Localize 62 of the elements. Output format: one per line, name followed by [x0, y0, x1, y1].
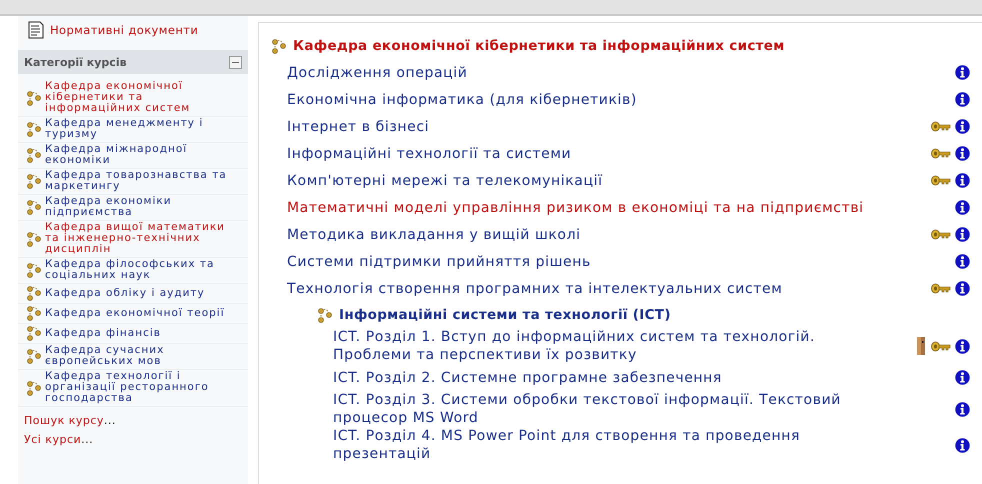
category-link[interactable]: Кафедра товарознавства та маркетингу	[45, 170, 235, 192]
category-icon	[317, 307, 333, 323]
documents-link[interactable]: Нормативні документи	[50, 23, 198, 37]
course-link[interactable]: Дослідження операцій	[287, 64, 468, 82]
info-icon[interactable]	[955, 227, 970, 242]
category-link[interactable]: Кафедра обліку і аудиту	[45, 288, 205, 298]
category-title[interactable]: Кафедра економічної кібернетики та інформаційних систем	[293, 38, 785, 54]
category-icon	[26, 230, 42, 246]
ellipsis: ...	[104, 414, 116, 427]
category-icon	[26, 262, 42, 278]
category-icon	[26, 199, 42, 215]
info-icon[interactable]	[955, 402, 970, 416]
info-icon[interactable]	[955, 338, 970, 354]
category-link[interactable]: Кафедра технології і організації ресторанного господарства	[45, 371, 235, 404]
course-link[interactable]: Технологія створення програмних та інтелектуальних систем	[287, 280, 782, 298]
course-link[interactable]: Інформаційні технології та системи	[287, 144, 572, 162]
info-icon[interactable]	[955, 200, 970, 215]
category-link[interactable]: Кафедра економічної теорії	[45, 308, 225, 318]
category-icon	[26, 173, 42, 189]
category-link[interactable]: Кафедра філософських та соціальних наук	[45, 259, 235, 281]
category-icon	[26, 147, 42, 163]
course-link[interactable]: Інтернет в бізнесі	[287, 118, 430, 136]
course-link[interactable]: Комп'ютерні мережі та телекомунікації	[287, 172, 603, 190]
ellipsis: ...	[81, 433, 94, 446]
category-link[interactable]: Кафедра міжнародної економіки	[45, 144, 235, 166]
category-icon	[26, 305, 42, 321]
category-icon	[26, 325, 42, 341]
document-icon	[28, 21, 44, 39]
category-link[interactable]: Кафедра вищої математики та інженерно-технічних дисциплін	[45, 222, 235, 255]
category-icon	[26, 348, 42, 364]
course-link[interactable]: Економічна інформатика (для кібернетиків)	[287, 90, 637, 108]
collapse-button[interactable]	[229, 56, 242, 68]
category-icon	[26, 380, 42, 396]
category-icon	[26, 285, 42, 301]
info-icon[interactable]	[955, 146, 970, 161]
info-icon[interactable]	[955, 370, 970, 385]
nav-link[interactable]: Пошук курсу	[24, 414, 104, 427]
course-link[interactable]: Методика викладання у вищій школі	[287, 226, 581, 244]
course-link[interactable]: ICT. Розділ 2. Системне програмне забезпечення	[333, 368, 722, 386]
nav-link[interactable]: Усі курси	[24, 433, 82, 446]
category-icon	[271, 38, 287, 54]
info-icon[interactable]	[955, 65, 970, 80]
course-link[interactable]: ICT. Розділ 4. MS Power Point для створення та проведення презентацій	[333, 427, 843, 463]
course-link[interactable]: ICT. Розділ 3. Системи обробки текстової інформації. Текстовий процесор MS Word	[333, 391, 843, 427]
info-icon[interactable]	[955, 254, 970, 269]
info-icon[interactable]	[955, 438, 970, 452]
category-icon	[26, 121, 42, 137]
info-icon[interactable]	[955, 173, 970, 188]
category-link[interactable]: Кафедра фінансів	[45, 328, 161, 338]
course-link[interactable]: ICT. Розділ 1. Вступ до інформаційних систем та технологій. Проблеми та перспективи їх розвитку	[333, 328, 843, 364]
category-link[interactable]: Кафедра економіки підприємства	[45, 196, 235, 218]
info-icon[interactable]	[955, 119, 970, 134]
info-icon[interactable]	[955, 281, 970, 296]
block-title: Категорії курсів	[24, 56, 127, 68]
course-link[interactable]: Системи підтримки прийняття рішень	[287, 252, 591, 270]
info-icon[interactable]	[955, 92, 970, 107]
category-link[interactable]: Кафедра сучасних європейських мов	[45, 345, 235, 367]
subcategory-title[interactable]: Інформаційні системи та технології (ICT)	[339, 307, 671, 323]
category-link[interactable]: Кафедра менеджменту і туризму	[45, 118, 235, 140]
category-icon	[26, 90, 42, 106]
category-link[interactable]: Кафедра економічної кібернетики та інформаційних систем	[45, 81, 235, 114]
course-link[interactable]: Математичні моделі управління ризиком в економіці та на підприємстві	[287, 198, 864, 216]
